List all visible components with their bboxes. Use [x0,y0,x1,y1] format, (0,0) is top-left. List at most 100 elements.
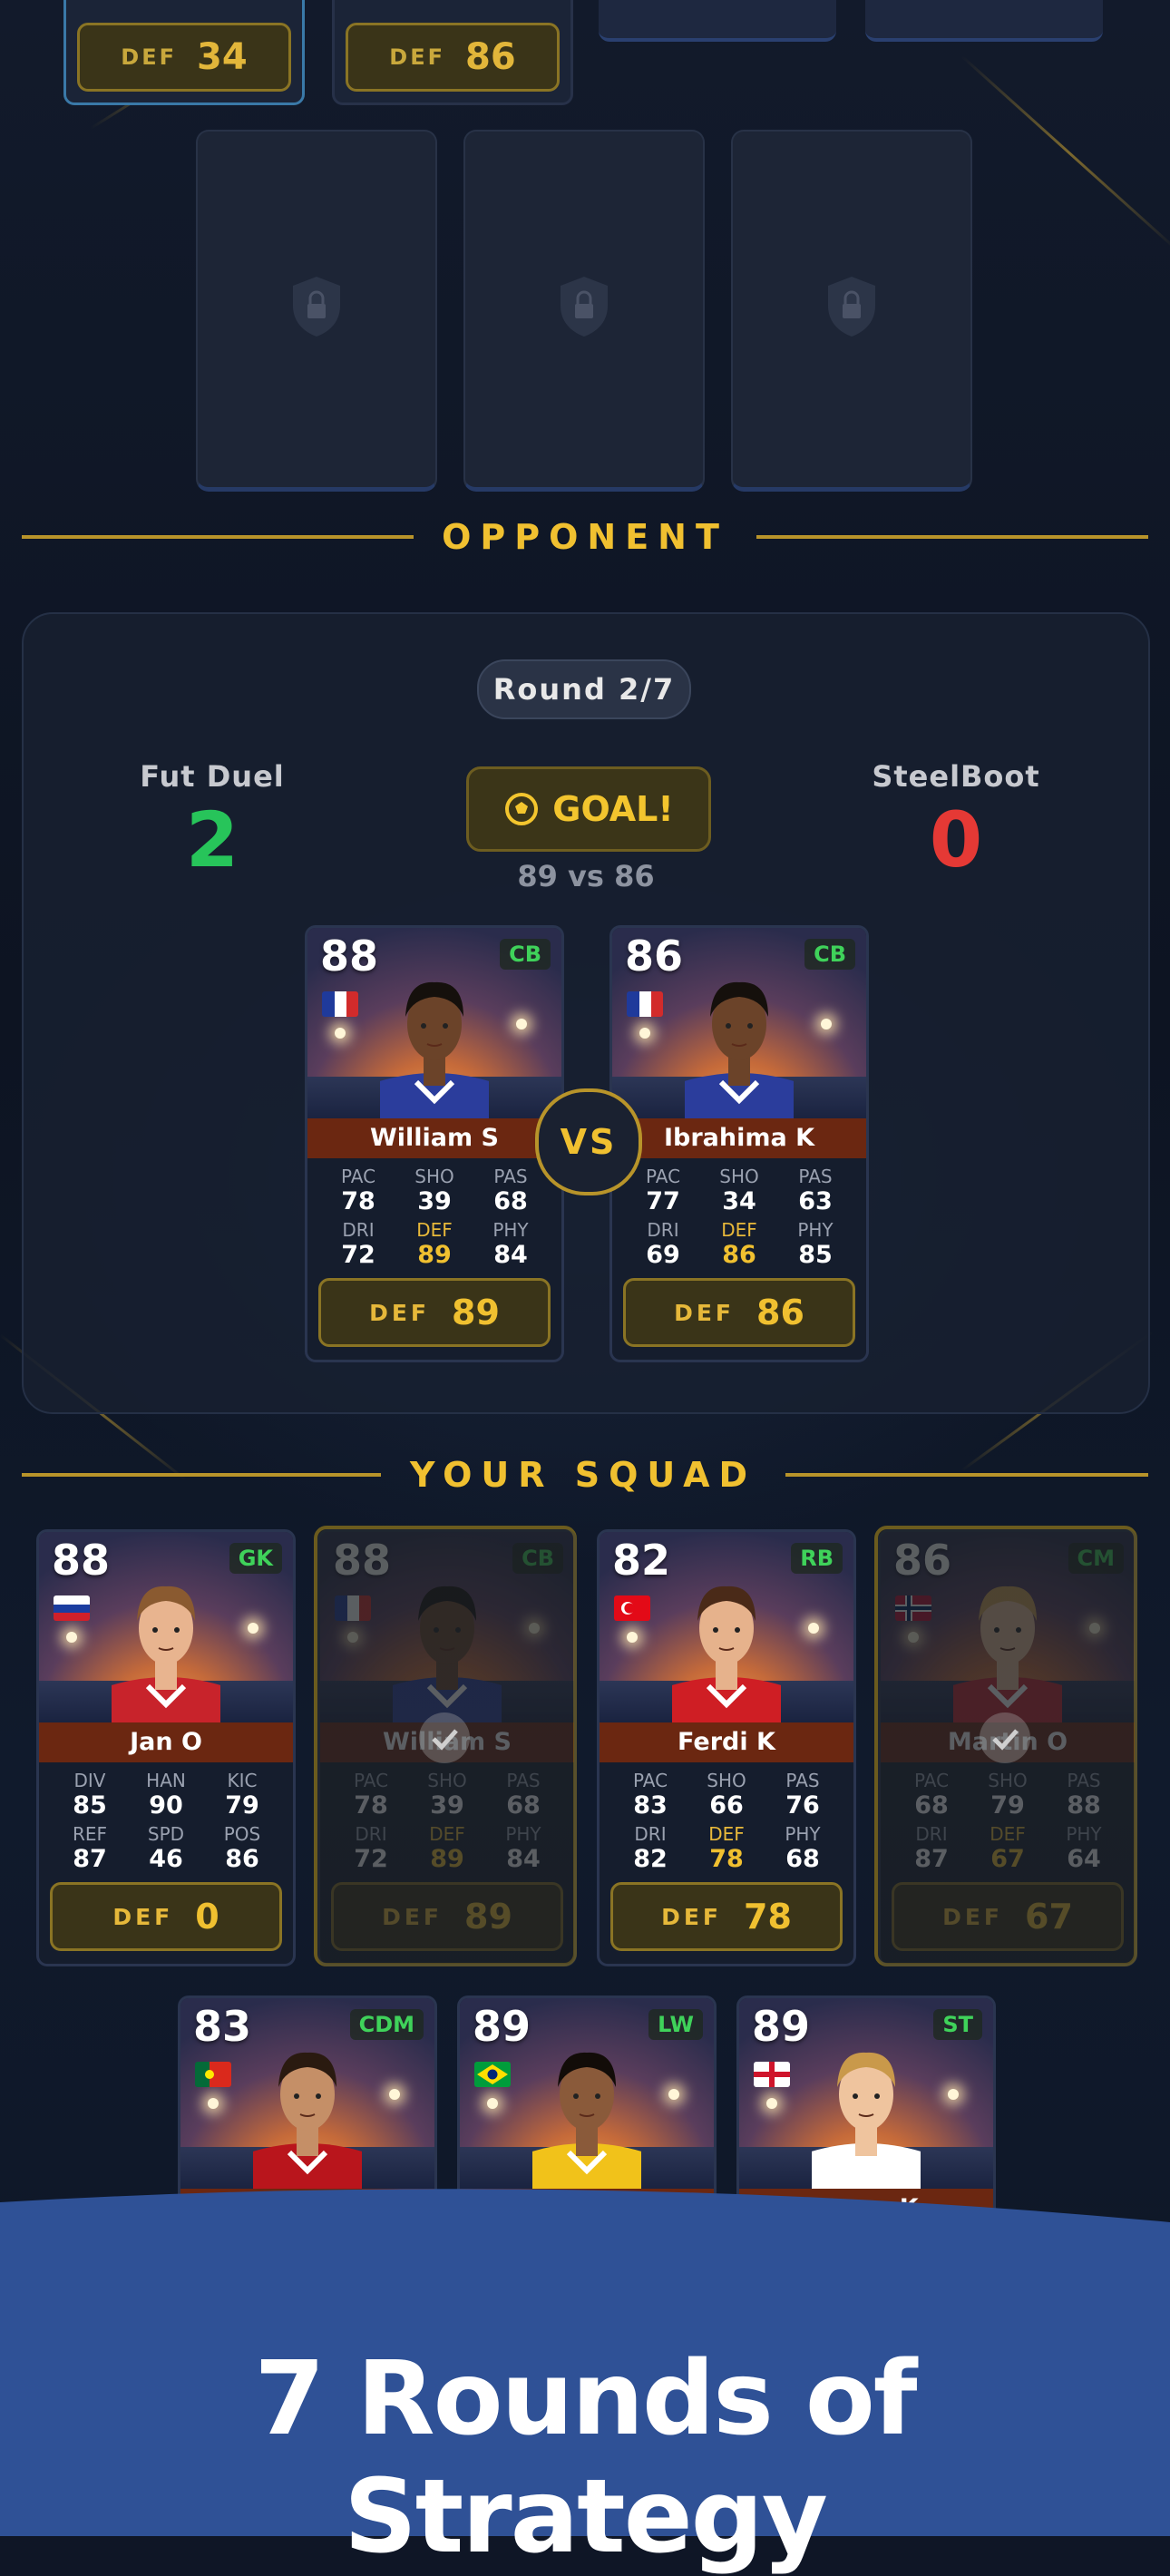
stat-dri: DRI 82 [633,1823,668,1873]
turkey-flag-icon [614,1595,650,1621]
section-title: OPPONENT [442,517,728,557]
def-rating-pill: DEF 86 [623,1278,855,1347]
soccer-ball-icon [505,793,539,825]
locked-slot-2 [463,130,705,492]
stat-dri: DRI 87 [914,1823,949,1873]
player-rating: 86 [625,932,684,981]
promo-banner-text: 7 Rounds of Strategy [254,2340,917,2576]
divider [22,535,414,539]
player-rating: 88 [320,932,379,981]
squad-card-3[interactable]: 82 RB Ferdi K PAC 83 SHO 66 PAS 76 DRI 82 DEF 78 PHY 6… [597,1529,856,1966]
away-team-name: SteelBoot [872,759,1040,794]
divider [22,1473,381,1477]
stadium-light [908,1632,919,1643]
stat-sho: SHO 39 [414,1166,454,1215]
stat-pas: PAS 63 [798,1166,833,1215]
player-rating: 89 [752,2002,811,2051]
locked-slot-3 [731,130,972,492]
stadium-light [487,2098,498,2109]
stadium-light [948,2089,959,2100]
stat-phy: PHY 84 [492,1219,529,1269]
player-name: Ferdi K [600,1722,853,1762]
stat-spd: SPD 46 [147,1823,185,1873]
stat-def: DEF 67 [990,1823,1026,1873]
stat-han: HAN 90 [146,1770,186,1820]
position-badge: ST [933,2009,982,2040]
played-card-slot [865,0,1103,42]
stat-dri: DRI 72 [354,1823,388,1873]
position-badge: RB [791,1543,843,1574]
played-card-2[interactable]: 69 86 85 DEF 86 [332,0,573,105]
played-card-def-pill: DEF 34 [77,23,291,92]
squad-card-1[interactable]: 88 GK Jan O DIV 85 HAN 90 KIC 79 REF 87 SPD 46 POS 86 D… [36,1529,296,1966]
position-badge: CB [512,1543,563,1574]
position-badge: LW [648,2009,703,2040]
locked-slot-1 [196,130,437,492]
player-rating: 88 [52,1536,111,1585]
shield-lock-icon [293,277,340,337]
round-indicator: Round 2/7 [477,659,691,719]
shield-lock-icon [561,277,608,337]
player-portrait: 88 CB [320,1532,574,1722]
opponent-section-header: OPPONENT [0,517,1170,557]
player-avatar [785,2016,948,2189]
player-portrait: 89 LW [460,1998,714,2189]
stat-sho: SHO 79 [988,1770,1028,1820]
goal-result-badge: GOAL! [466,766,711,852]
stat-kic: KIC 79 [225,1770,259,1820]
stadium-light [248,1623,258,1634]
player-avatar [84,1550,248,1722]
player-stats: PAC 78 SHO 39 PAS 68 DRI 72 DEF 89 PHY 84 [307,1158,561,1273]
player-name: Ibrahima K [612,1118,866,1158]
duel-card-away: 86 CB Ibrahima K PAC 77 SHO 34 PAS 63 DRI 69 DEF 86 P… [609,925,869,1362]
player-avatar [505,2016,668,2189]
stadium-light [808,1623,819,1634]
position-badge: CDM [349,2009,424,2040]
stat-pac: PAC 68 [913,1770,950,1820]
def-rating-pill: DEF 67 [892,1882,1124,1951]
played-card-slot [599,0,836,42]
stadium-light [766,2098,777,2109]
stat-pac: PAC 78 [340,1166,376,1215]
stadium-light [1089,1623,1100,1634]
stat-div: DIV 85 [73,1770,107,1820]
france-flag-icon [335,1595,371,1621]
home-team-name: Fut Duel [140,759,285,794]
player-avatar [366,1550,529,1722]
player-portrait: 83 CDM [180,1998,434,2189]
norway-flag-icon [895,1595,931,1621]
versus-badge: VS [535,1088,642,1195]
divider [785,1473,1148,1477]
rating-comparison: 89 vs 86 [517,859,655,893]
france-flag-icon [627,991,663,1017]
played-card-1[interactable]: 85 34 71 DEF 34 [63,0,305,105]
stat-def: DEF 89 [429,1823,465,1873]
player-portrait: 82 RB [600,1532,853,1722]
player-avatar [658,946,821,1118]
section-title: YOUR SQUAD [409,1455,757,1495]
player-stats: PAC 77 SHO 34 PAS 63 DRI 69 DEF 86 PHY 85 [612,1158,866,1273]
stadium-light [66,1632,77,1643]
stat-pac: PAC 78 [353,1770,389,1820]
shield-lock-icon [828,277,875,337]
stat-phy: PHY 68 [785,1823,821,1873]
position-badge: CB [804,939,855,970]
stat-ref: REF 87 [72,1823,108,1873]
position-badge: CB [500,939,551,970]
stat-sho: SHO 39 [427,1770,467,1820]
player-avatar [926,1550,1089,1722]
slovenia-flag-icon [54,1595,90,1621]
player-rating: 82 [612,1536,671,1585]
player-portrait: 88 CB [307,928,561,1118]
duel-panel: Round 2/7 Fut Duel 2 GOAL! 89 vs 86 Stee… [22,612,1150,1414]
position-badge: GK [229,1543,282,1574]
player-portrait: 86 CB [612,928,866,1118]
stat-pos: POS 86 [223,1823,261,1873]
stadium-light [347,1632,358,1643]
def-rating-pill: DEF 89 [331,1882,563,1951]
stat-pas: PAS68 [506,1770,541,1820]
away-score: 0 [929,795,983,884]
home-score: 2 [185,795,239,884]
stat-dri: DRI 72 [341,1219,375,1269]
divider [756,535,1148,539]
